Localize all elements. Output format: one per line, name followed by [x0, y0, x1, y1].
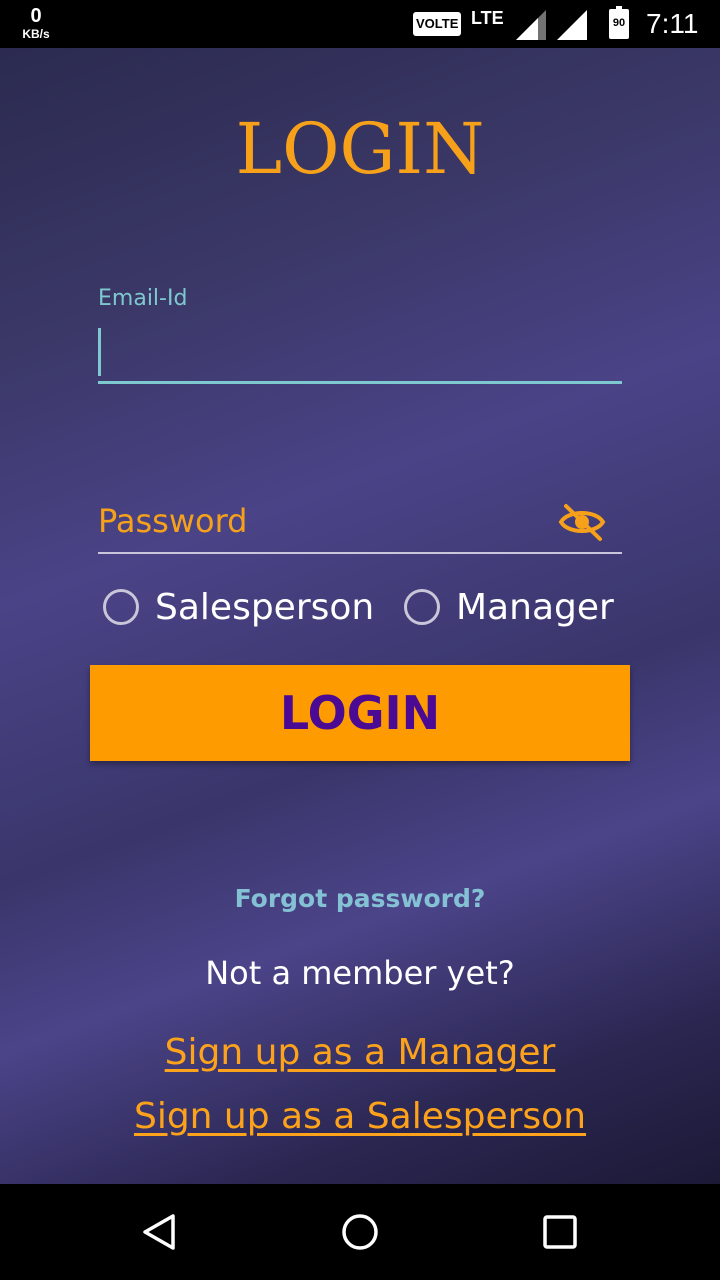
email-label: Email-Id	[98, 286, 188, 311]
role-manager[interactable]: Manager	[404, 582, 614, 632]
network-speed-unit: KB/s	[22, 27, 50, 41]
signal-strength-icon-2	[557, 10, 587, 40]
text-cursor	[98, 328, 101, 376]
password-placeholder: Password	[98, 502, 248, 540]
radio-salesperson[interactable]	[103, 589, 139, 625]
radio-manager[interactable]	[404, 589, 440, 625]
password-field[interactable]: Password	[98, 500, 622, 554]
radio-salesperson-label: Salesperson	[155, 586, 375, 628]
not-member-text: Not a member yet?	[205, 954, 515, 992]
network-speed-value: 0	[30, 5, 42, 27]
signal-strength-icon	[516, 10, 546, 40]
navigation-bar	[0, 1184, 720, 1280]
radio-manager-label: Manager	[456, 586, 614, 628]
signup-manager-row: Sign up as a Manager	[0, 1032, 720, 1073]
signup-salesperson-link[interactable]: Sign up as a Salesperson	[134, 1096, 586, 1137]
eye-off-icon[interactable]	[558, 502, 606, 542]
login-screen: LOGIN Email-Id Password Salesperson Mana…	[0, 48, 720, 1184]
email-field[interactable]	[98, 326, 622, 384]
home-circle-icon[interactable]	[340, 1212, 380, 1252]
network-type: LTE	[471, 8, 504, 28]
volte-badge: VOLTE	[413, 12, 462, 36]
recents-square-icon[interactable]	[540, 1212, 580, 1252]
role-salesperson[interactable]: Salesperson	[103, 582, 374, 632]
clock: 7:11	[646, 8, 699, 39]
back-triangle-icon[interactable]	[140, 1212, 180, 1252]
status-bar: 0 KB/s VOLTE LTE 90 7:11	[0, 0, 720, 48]
signup-manager-link[interactable]: Sign up as a Manager	[165, 1032, 556, 1073]
signup-salesperson-row: Sign up as a Salesperson	[0, 1096, 720, 1137]
battery-icon: 90	[609, 6, 629, 39]
network-speed: 0 KB/s	[18, 6, 54, 40]
login-button[interactable]: LOGIN	[90, 665, 630, 761]
battery-level: 90	[612, 17, 626, 29]
forgot-password-link[interactable]: Forgot password?	[0, 884, 720, 913]
page-title: LOGIN	[235, 108, 485, 190]
